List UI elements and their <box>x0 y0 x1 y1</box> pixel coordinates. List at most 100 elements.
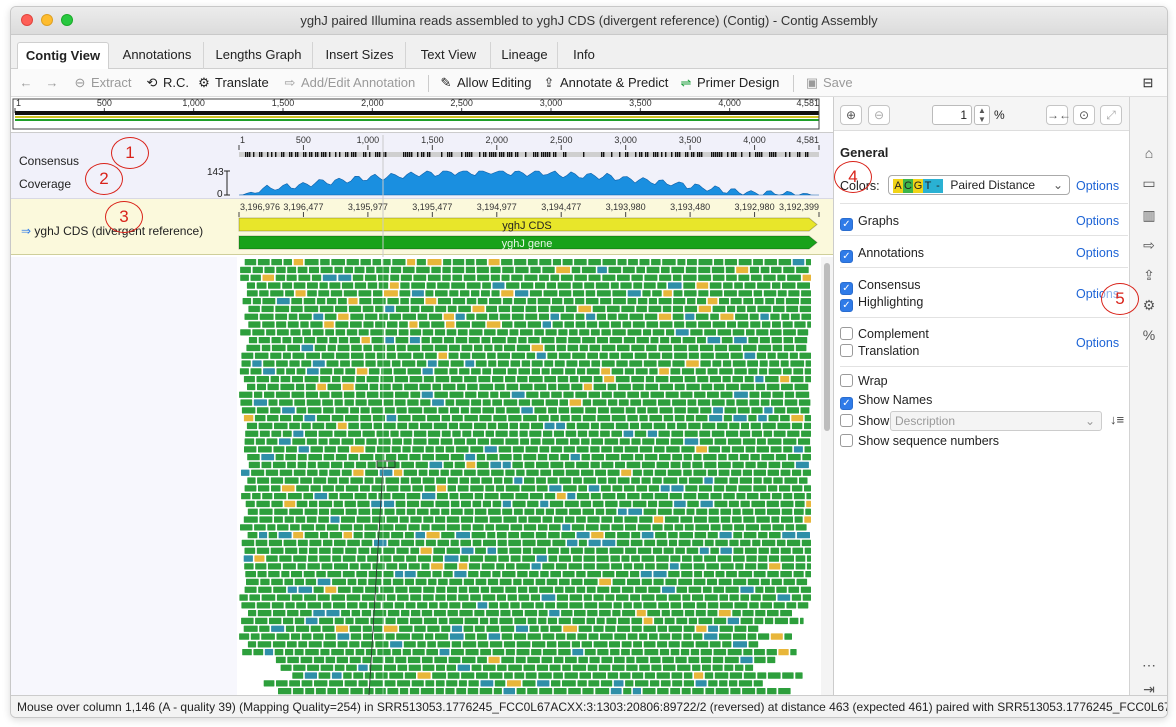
read[interactable] <box>474 344 483 352</box>
read[interactable] <box>513 298 526 305</box>
read[interactable] <box>621 586 634 593</box>
reads-scrollbar[interactable] <box>821 257 833 695</box>
read[interactable] <box>649 633 658 640</box>
read[interactable] <box>350 477 363 484</box>
read[interactable] <box>769 360 780 367</box>
read[interactable] <box>585 298 599 305</box>
read[interactable] <box>443 571 453 578</box>
read[interactable] <box>722 641 732 648</box>
read[interactable] <box>681 571 693 578</box>
read[interactable] <box>429 461 443 469</box>
read[interactable] <box>657 508 672 515</box>
read[interactable] <box>538 617 547 625</box>
read[interactable] <box>770 329 782 336</box>
read[interactable] <box>501 259 513 266</box>
read[interactable] <box>571 415 582 422</box>
read[interactable] <box>348 422 359 430</box>
read[interactable] <box>596 337 608 344</box>
read[interactable] <box>385 337 394 344</box>
read[interactable] <box>626 664 638 671</box>
read[interactable] <box>461 500 471 508</box>
read[interactable] <box>384 407 395 414</box>
read[interactable] <box>441 430 451 437</box>
read[interactable] <box>341 282 354 289</box>
read[interactable] <box>737 407 750 414</box>
read[interactable] <box>585 524 599 531</box>
read[interactable] <box>338 477 349 484</box>
read[interactable] <box>606 617 617 625</box>
read[interactable] <box>344 680 357 687</box>
read[interactable] <box>783 578 795 586</box>
read[interactable] <box>285 547 298 554</box>
read[interactable] <box>435 446 444 453</box>
read[interactable] <box>471 290 480 297</box>
read[interactable] <box>433 547 445 554</box>
read[interactable] <box>512 610 523 617</box>
read[interactable] <box>754 298 764 305</box>
read[interactable] <box>773 602 785 609</box>
read[interactable] <box>525 672 537 679</box>
read[interactable] <box>577 430 588 437</box>
read[interactable] <box>494 477 503 484</box>
read[interactable] <box>620 352 633 359</box>
read[interactable] <box>762 422 776 430</box>
read[interactable] <box>258 485 270 492</box>
read[interactable] <box>506 407 520 414</box>
read[interactable] <box>250 633 260 640</box>
read[interactable] <box>438 578 448 586</box>
read[interactable] <box>370 547 382 554</box>
read[interactable] <box>305 383 316 391</box>
read[interactable] <box>643 617 653 625</box>
show-names-checkbox[interactable]: ✓ <box>840 397 853 410</box>
read[interactable] <box>395 571 404 578</box>
read[interactable] <box>383 547 395 554</box>
read[interactable] <box>591 454 605 461</box>
read[interactable] <box>639 446 653 453</box>
read[interactable] <box>293 430 304 437</box>
read[interactable] <box>273 586 287 593</box>
read[interactable] <box>650 680 660 687</box>
read[interactable] <box>326 360 339 367</box>
read[interactable] <box>420 399 431 406</box>
read[interactable] <box>244 259 257 266</box>
read[interactable] <box>628 508 642 515</box>
read[interactable] <box>652 290 662 297</box>
read[interactable] <box>757 461 767 469</box>
read[interactable] <box>434 656 447 664</box>
read[interactable] <box>485 430 494 437</box>
read[interactable] <box>431 524 446 531</box>
read[interactable] <box>721 446 731 453</box>
read[interactable] <box>291 376 303 383</box>
read[interactable] <box>631 625 642 632</box>
read[interactable] <box>767 610 779 617</box>
read[interactable] <box>240 266 251 274</box>
read[interactable] <box>627 391 639 398</box>
read[interactable] <box>724 664 734 671</box>
read[interactable] <box>707 610 718 617</box>
read[interactable] <box>369 664 383 671</box>
read[interactable] <box>411 610 421 617</box>
read[interactable] <box>492 399 502 406</box>
read[interactable] <box>404 532 414 539</box>
read[interactable] <box>455 399 470 406</box>
read[interactable] <box>252 298 261 305</box>
read[interactable] <box>276 680 288 687</box>
read[interactable] <box>535 508 545 515</box>
read[interactable] <box>484 344 493 352</box>
read[interactable] <box>244 485 257 492</box>
read[interactable] <box>704 461 717 469</box>
read[interactable] <box>386 516 398 523</box>
read[interactable] <box>516 469 525 476</box>
read[interactable] <box>503 399 518 406</box>
arrow-right-icon[interactable]: ⇨ <box>1136 233 1162 257</box>
read[interactable] <box>791 422 803 430</box>
read[interactable] <box>395 305 410 313</box>
read[interactable] <box>257 610 272 617</box>
read[interactable] <box>760 524 771 531</box>
read[interactable] <box>767 656 776 664</box>
show-row[interactable]: Show <box>840 414 889 428</box>
read[interactable] <box>478 391 489 398</box>
read[interactable] <box>474 610 485 617</box>
read[interactable] <box>347 578 357 586</box>
read[interactable] <box>404 571 416 578</box>
